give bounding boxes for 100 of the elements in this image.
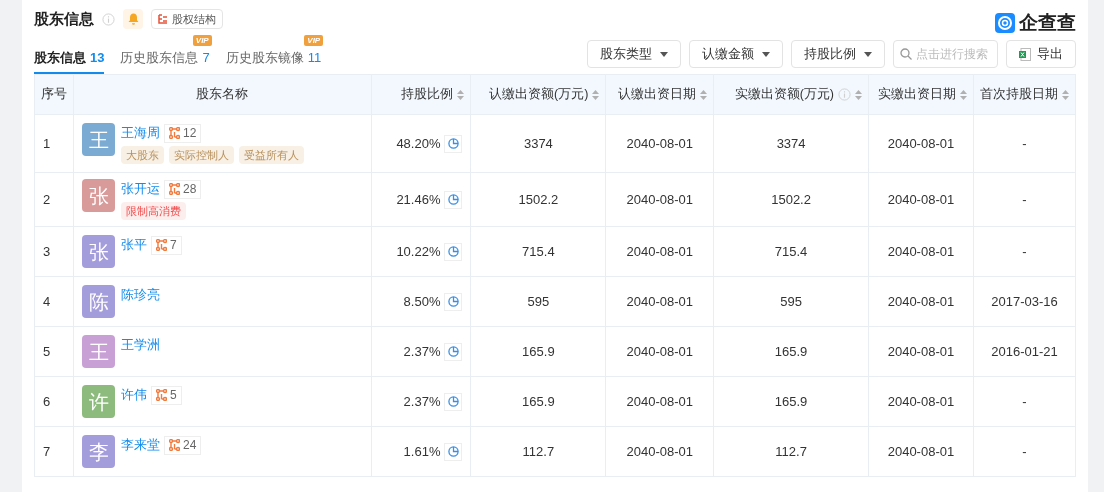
- table-cell: 3374: [470, 114, 606, 173]
- tag: 受益所有人: [239, 146, 304, 164]
- avatar: 许: [82, 385, 115, 418]
- table-cell: -: [973, 376, 1076, 427]
- filter-dropdown[interactable]: 股东类型: [587, 40, 681, 68]
- shareholder-link[interactable]: 陈珍亮: [121, 285, 160, 305]
- pie-chart-button[interactable]: [444, 392, 463, 411]
- column-header[interactable]: 认缴出资日期: [605, 74, 714, 115]
- shareholder-link[interactable]: 许伟: [121, 385, 147, 405]
- sort-icon[interactable]: [457, 89, 465, 100]
- vip-badge: VIP: [304, 34, 324, 46]
- sort-icon[interactable]: [592, 89, 600, 100]
- avatar: 王: [82, 335, 115, 368]
- table-cell: 2040-08-01: [605, 114, 714, 173]
- relation-count-badge[interactable]: 24: [164, 435, 202, 455]
- relation-count-badge[interactable]: 5: [151, 385, 182, 405]
- table-cell: 595: [470, 276, 606, 327]
- table-cell: 2016-01-21: [973, 326, 1076, 377]
- table-cell: 165.9: [713, 376, 869, 427]
- table-cell: -: [973, 172, 1076, 227]
- column-header[interactable]: 持股比例: [371, 74, 471, 115]
- table-cell: 7: [34, 426, 74, 477]
- info-icon: [838, 88, 851, 101]
- avatar: 王: [82, 123, 115, 156]
- shareholder-link[interactable]: 王海周: [121, 123, 160, 143]
- table-cell: 6: [34, 376, 74, 427]
- equity-structure-button[interactable]: 股权结构: [151, 9, 223, 29]
- column-header[interactable]: 认缴出资额(万元): [470, 74, 606, 115]
- pie-chart-button[interactable]: [444, 292, 463, 311]
- table-cell: 2040-08-01: [868, 172, 974, 227]
- notification-button[interactable]: [123, 9, 143, 29]
- caret-icon: [762, 51, 770, 57]
- ratio-value: 8.50%: [403, 292, 441, 311]
- sort-icon[interactable]: [959, 89, 967, 100]
- table-cell: 112.7: [713, 426, 869, 477]
- pie-chart-icon: [447, 446, 459, 457]
- avatar: 张: [82, 179, 115, 212]
- table-cell: 2040-08-01: [605, 426, 714, 477]
- relation-graph-icon: [169, 127, 180, 139]
- relation-count-badge[interactable]: 12: [164, 123, 202, 143]
- brand-logo-icon: [995, 13, 1015, 33]
- pie-chart-icon: [447, 396, 459, 407]
- table-cell: 165.9: [713, 326, 869, 377]
- table-cell: 3: [34, 226, 74, 277]
- sort-icon[interactable]: [855, 89, 862, 100]
- table-cell: 2040-08-01: [868, 426, 974, 477]
- column-header[interactable]: 首次持股日期: [973, 74, 1076, 115]
- table-cell: 1: [34, 114, 74, 173]
- table-cell: 1502.2: [470, 172, 606, 227]
- filter-dropdown[interactable]: 认缴金额: [689, 40, 783, 68]
- tab-label: 历史股东镜像: [225, 48, 304, 67]
- table-cell: 2040-08-01: [605, 226, 714, 277]
- pie-chart-button[interactable]: [444, 342, 463, 361]
- pie-chart-button[interactable]: [444, 442, 463, 461]
- sort-icon[interactable]: [700, 89, 708, 100]
- pie-chart-icon: [447, 138, 459, 149]
- brand-name: 企查查: [1019, 10, 1076, 35]
- table-cell: 595: [713, 276, 869, 327]
- pie-chart-button[interactable]: [444, 190, 463, 209]
- relation-count-badge[interactable]: 7: [151, 235, 182, 255]
- caret-icon: [864, 51, 872, 57]
- spreadsheet-icon: [1019, 47, 1031, 61]
- tag: 实际控制人: [169, 146, 234, 164]
- table-cell: 3374: [713, 114, 869, 173]
- shareholder-link[interactable]: 王学洲: [121, 335, 160, 355]
- table-cell: 165.9: [470, 376, 606, 427]
- shareholder-link[interactable]: 李来堂: [121, 435, 160, 455]
- tag: 限制高消费: [121, 202, 186, 220]
- export-button[interactable]: 导出: [1006, 40, 1076, 68]
- tab-count: 13: [90, 48, 105, 67]
- tab-label: 历史股东信息: [120, 48, 199, 67]
- column-header: 股东名称: [73, 74, 372, 115]
- relation-count-badge[interactable]: 28: [164, 179, 202, 199]
- table-cell: -: [973, 226, 1076, 277]
- tab-count: 7: [202, 48, 210, 67]
- filter-dropdown[interactable]: 持股比例: [791, 40, 885, 68]
- search-icon: [900, 48, 912, 60]
- vip-badge: VIP: [192, 34, 212, 46]
- shareholder-link[interactable]: 张开运: [121, 179, 160, 199]
- shareholder-link[interactable]: 张平: [121, 235, 147, 255]
- relation-graph-icon: [169, 439, 180, 451]
- table-cell: 1502.2: [713, 172, 869, 227]
- pie-chart-icon: [447, 296, 459, 307]
- table-cell: 2040-08-01: [605, 326, 714, 377]
- pie-chart-button[interactable]: [444, 134, 463, 153]
- sort-icon[interactable]: [1062, 89, 1069, 100]
- table-cell: 2040-08-01: [868, 226, 974, 277]
- tab-count: 11: [307, 48, 322, 67]
- table-cell: 165.9: [470, 326, 606, 377]
- ratio-value: 48.20%: [396, 134, 441, 153]
- column-header[interactable]: 实缴出资额(万元): [713, 74, 869, 115]
- section-title: 股东信息: [34, 8, 94, 29]
- caret-icon: [660, 51, 668, 57]
- table-cell: 2: [34, 172, 74, 227]
- pie-chart-icon: [447, 346, 459, 357]
- pie-chart-button[interactable]: [444, 242, 463, 261]
- search-field[interactable]: 点击进行搜索: [893, 40, 998, 68]
- column-header[interactable]: 实缴出资日期: [868, 74, 974, 115]
- table-cell: 715.4: [470, 226, 606, 277]
- ratio-value: 2.37%: [403, 342, 441, 361]
